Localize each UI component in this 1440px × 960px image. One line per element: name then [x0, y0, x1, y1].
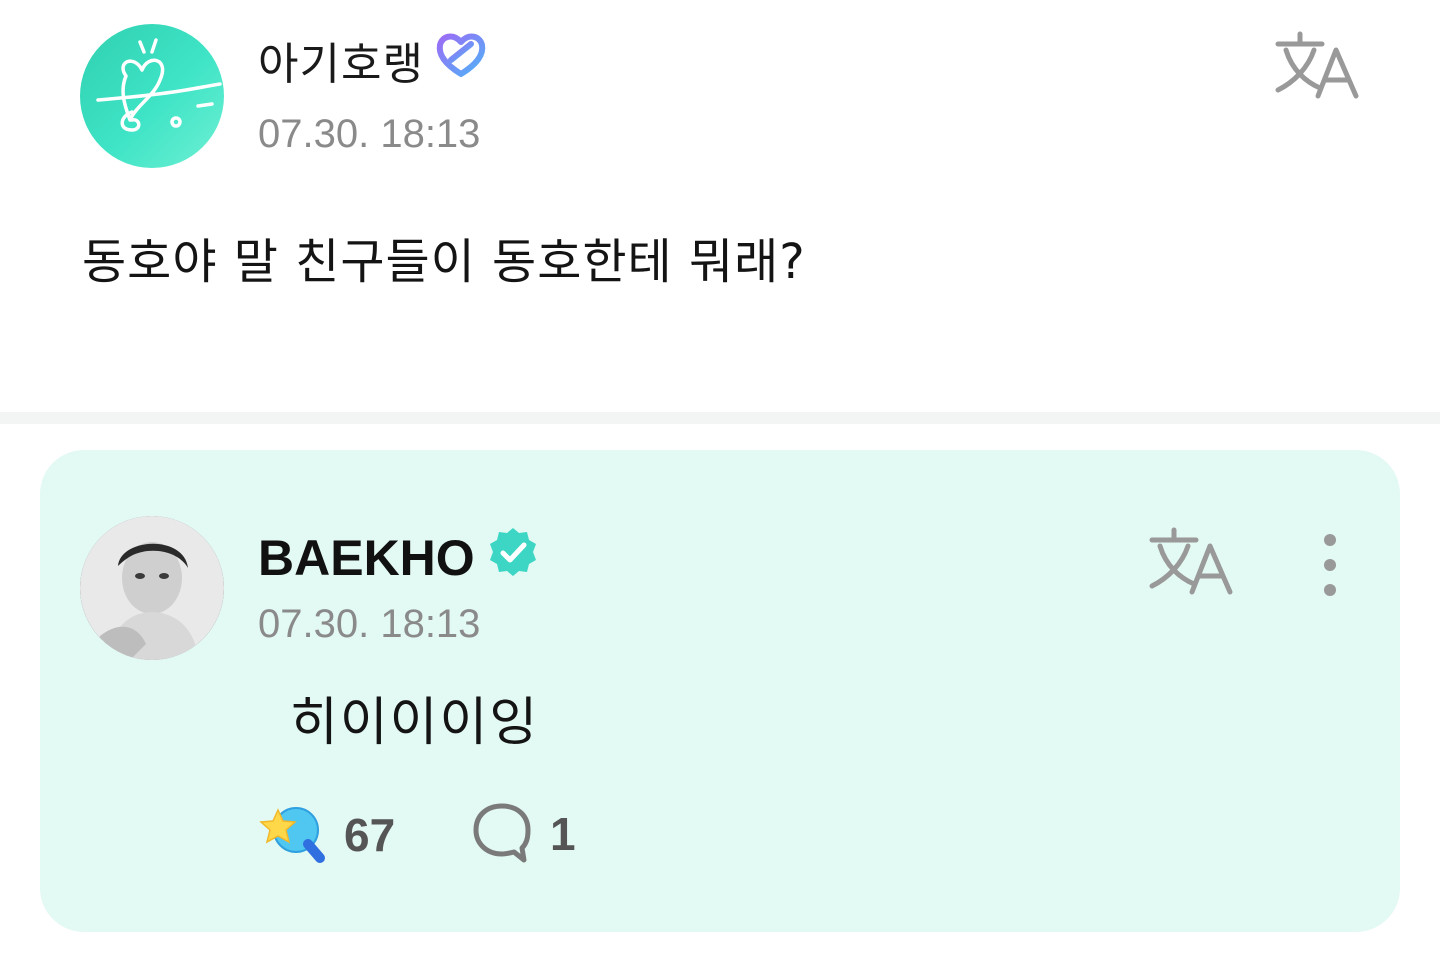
translate-icon[interactable] — [1146, 526, 1236, 598]
comment-count: 1 — [550, 808, 576, 860]
post-author[interactable]: 아기호랭 — [258, 28, 488, 92]
post-author-name: 아기호랭 — [258, 39, 424, 90]
divider — [0, 412, 1440, 424]
comment-bubble-icon — [470, 800, 534, 868]
like-button[interactable]: 67 — [258, 800, 395, 870]
translate-icon[interactable] — [1272, 30, 1362, 102]
reply-body: 히이이이잉 — [290, 693, 540, 753]
avatar[interactable] — [80, 516, 224, 660]
comment-button[interactable]: 1 — [470, 800, 576, 868]
lightstick-star-icon — [258, 800, 328, 870]
post-timestamp: 07.30. 18:13 — [258, 112, 481, 156]
reply-timestamp: 07.30. 18:13 — [258, 602, 481, 646]
reply-author-name: BAEKHO — [258, 530, 475, 586]
more-vertical-icon[interactable] — [1314, 532, 1346, 598]
avatar[interactable] — [80, 24, 224, 168]
verified-badge-icon — [487, 526, 539, 590]
post-body: 동호야 말 친구들이 동호한테 뭐래? — [82, 234, 806, 290]
reply-card — [40, 450, 1400, 932]
fan-post: 아기호랭 07.30. 18:13 동호야 말 친구들이 동호한테 뭐래? — [0, 0, 1440, 412]
scribble-heart-icon — [96, 38, 222, 132]
reply-author[interactable]: BAEKHO — [258, 526, 539, 590]
artist-photo — [80, 516, 224, 660]
like-count: 67 — [344, 809, 396, 861]
fan-heart-badge-icon — [434, 30, 488, 91]
